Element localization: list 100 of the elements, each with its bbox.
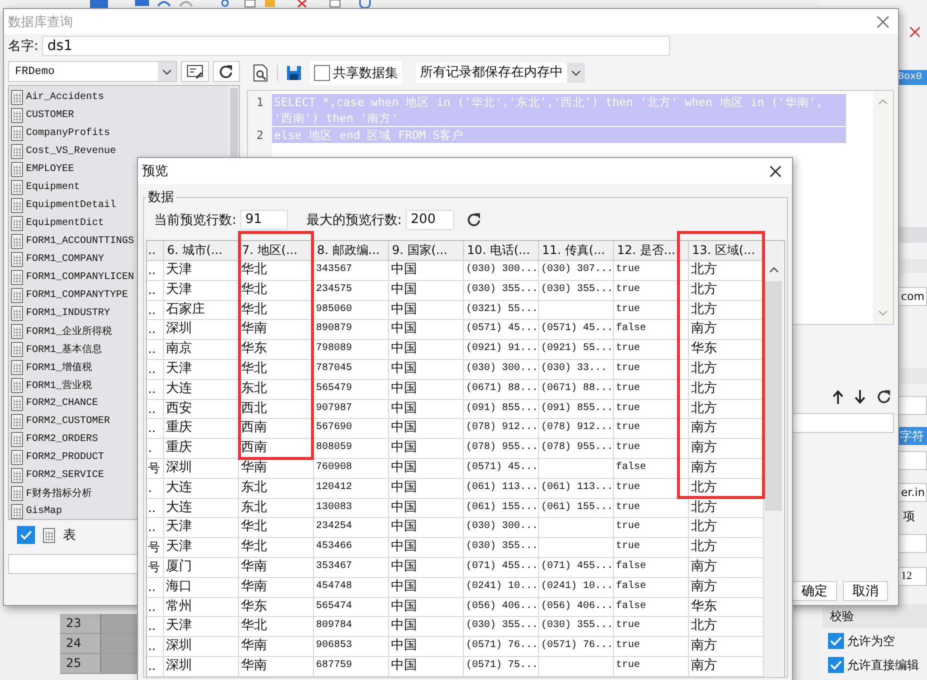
table-icon [11,288,23,302]
table-cell: 华东 [239,598,314,618]
scrollbar[interactable] [764,241,783,677]
close-icon[interactable] [769,164,782,178]
refresh-icon[interactable] [466,212,482,228]
table-list-item[interactable]: Cost_VS_Revenue [9,142,228,160]
table-cell: . [147,478,164,499]
table-cell: 号 [147,458,164,479]
table-cell: 华北 [239,518,314,538]
chevron-down-icon[interactable] [878,310,888,316]
table-icon [11,108,23,122]
table-cell: (056) 406... [464,598,539,618]
table-cell: .. [147,280,164,301]
input-field[interactable] [898,451,927,470]
checkbox-label: 共享数据集 [333,65,398,82]
table-cell: 中国 [389,360,464,380]
column-header[interactable]: 6. 城市(... [164,241,239,261]
table-cell: (056) 406... [539,598,614,618]
table-cell: 华南 [239,558,314,578]
table-icon [11,504,23,518]
input-field[interactable] [898,396,927,415]
table-cell: (030) 355... [539,280,614,301]
storage-dropdown[interactable]: 所有记录都保存在内存中 [416,63,585,83]
input-field[interactable]: 12 [898,567,927,586]
input-field[interactable] [898,534,927,553]
table-cell: 中国 [389,439,464,459]
table-cell: 中国 [389,498,464,518]
dialog-button[interactable]: 取消 [843,581,888,601]
column-header[interactable]: 7. 地区(... [239,241,314,261]
table-cell: (030) 307... [539,261,614,281]
table-cell: true [614,360,689,380]
table-cell: .. [147,498,164,518]
table-cell: 809784 [314,617,389,638]
table-cell: 中国 [389,558,464,578]
table-cell: .. [147,419,164,440]
table-cell: 中国 [389,656,464,677]
input-field[interactable]: com [898,287,927,306]
table-icon [11,360,23,374]
checkbox[interactable] [828,633,844,649]
table-cell: (0321) 55... [464,300,539,320]
table-cell: (030) 300... [464,518,539,538]
table-cell: 890879 [314,320,389,340]
refresh-button[interactable] [212,61,240,82]
checkbox[interactable] [828,657,844,673]
refresh-icon[interactable] [218,64,234,80]
table-cell: 中国 [389,538,464,558]
table-cell: .. [147,300,164,320]
save-icon[interactable] [286,65,302,81]
column-header[interactable]: 11. 传真(... [539,241,614,261]
table-cell: 天津 [164,280,239,301]
table-icon [11,126,23,140]
column-header[interactable]: 10. 电话(... [464,241,539,261]
table-cell: 深圳 [164,320,239,340]
table-cell: 453466 [314,538,389,558]
connection-dropdown[interactable]: FRDemo [8,61,178,82]
table-cell: 808059 [314,439,389,459]
table-cell: 234575 [314,280,389,301]
caret-icon[interactable] [162,68,172,74]
table-cell: true [614,380,689,400]
table-cell: 重庆 [164,439,239,459]
column-header[interactable]: 9. 国家(... [389,241,464,261]
input-field[interactable]: 200 [406,210,454,230]
scrollbar[interactable] [873,91,893,324]
input-field[interactable]: er.in [898,483,927,502]
table-list-item[interactable]: CUSTOMER [9,106,228,124]
table-cell: .. [147,637,164,657]
table-list-item[interactable]: Air_Accidents [9,88,228,106]
table-cell: 常州 [164,598,239,618]
line-number: 2 [256,127,264,143]
caret-icon[interactable] [571,70,581,76]
table-icon [43,528,55,542]
column-header[interactable]: .. [147,241,164,261]
arrow-up-icon[interactable] [832,390,844,404]
table-cell: true [614,419,689,440]
table-cell: (061) 113... [464,478,539,499]
table-icon [11,396,23,410]
column-header[interactable]: 12. 是否... [614,241,689,261]
name-field[interactable]: ds1 [42,36,670,56]
column-header[interactable]: 13. 区域(... [689,241,764,261]
table-cell: true [614,300,689,320]
table-cell: (078) 955... [539,439,614,459]
table-cell: 234254 [314,518,389,538]
checkbox[interactable] [17,526,35,544]
table-icon [11,468,23,482]
chevron-up-icon[interactable] [768,267,778,273]
table-icon [11,450,23,464]
preview-icon[interactable] [253,64,269,82]
dialog-button[interactable]: 确定 [792,581,837,601]
arrow-down-icon[interactable] [854,390,866,404]
refresh-icon[interactable] [876,389,892,405]
table-list-item[interactable]: CompanyProfits [9,124,228,142]
input-field[interactable]: 91 [240,210,288,230]
checkbox[interactable] [314,65,330,81]
edit-connection-button[interactable] [181,61,209,82]
table-cell: true [614,478,689,499]
table-cell: 454748 [314,578,389,598]
table-cell: true [614,498,689,518]
column-header[interactable]: 8. 邮政编... [314,241,389,261]
table-cell: .. [147,320,164,340]
field-label: 名字: [8,38,38,55]
